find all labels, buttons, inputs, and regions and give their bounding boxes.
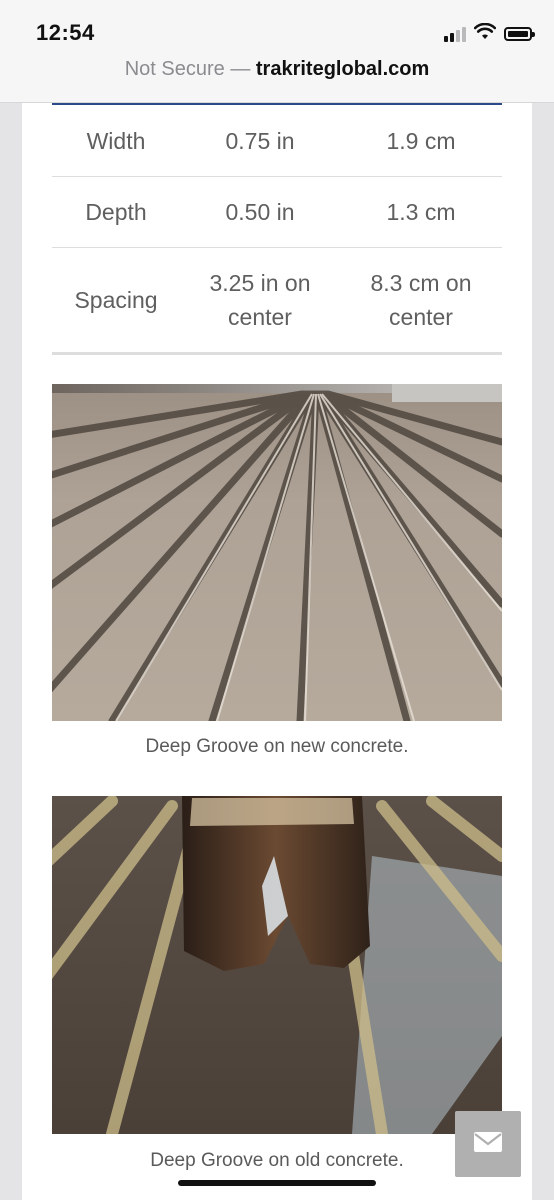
- imperial-value: 0.75 in: [180, 106, 340, 177]
- home-indicator[interactable]: [178, 1180, 376, 1186]
- mail-icon: [473, 1131, 503, 1158]
- table-row: Depth 0.50 in 1.3 cm: [52, 176, 502, 248]
- row-label: Spacing: [52, 247, 180, 355]
- table-row: Width 0.75 in 1.9 cm: [52, 106, 502, 177]
- cellular-signal-icon: [444, 26, 466, 42]
- imperial-value: 0.50 in: [180, 176, 340, 248]
- security-label: Not Secure: [124, 58, 225, 80]
- address-domain: trakriteglobal.com: [255, 58, 430, 80]
- page-content: Width 0.75 in 1.9 cm Depth 0.50 in 1.3 c…: [22, 102, 532, 1200]
- wifi-icon: [473, 22, 497, 45]
- metric-value: 8.3 cm on center: [340, 247, 502, 355]
- imperial-value: 3.25 in on center: [180, 247, 340, 355]
- row-label: Width: [52, 106, 180, 177]
- status-icons: [444, 22, 535, 45]
- table-row: Spacing 3.25 in on center 8.3 cm on cent…: [52, 247, 502, 355]
- row-label: Depth: [52, 176, 180, 248]
- address-separator: —: [230, 58, 251, 80]
- status-time: 12:54: [36, 20, 95, 45]
- phone-screen: 12:54 Not Secure — trakriteglobal.com Wi…: [0, 0, 554, 1200]
- metric-value: 1.9 cm: [340, 106, 502, 177]
- photo-old-concrete: [52, 796, 502, 1134]
- address-bar[interactable]: Not Secure — trakriteglobal.com: [0, 58, 554, 81]
- metric-value: 1.3 cm: [340, 176, 502, 248]
- battery-icon: [504, 27, 535, 41]
- photo-caption: Deep Groove on new concrete.: [145, 736, 409, 757]
- browser-top-bar: 12:54 Not Secure — trakriteglobal.com: [0, 0, 554, 103]
- photo-new-concrete: [52, 384, 502, 721]
- contact-mail-button[interactable]: [455, 1111, 521, 1177]
- spec-table: Width 0.75 in 1.9 cm Depth 0.50 in 1.3 c…: [52, 106, 502, 355]
